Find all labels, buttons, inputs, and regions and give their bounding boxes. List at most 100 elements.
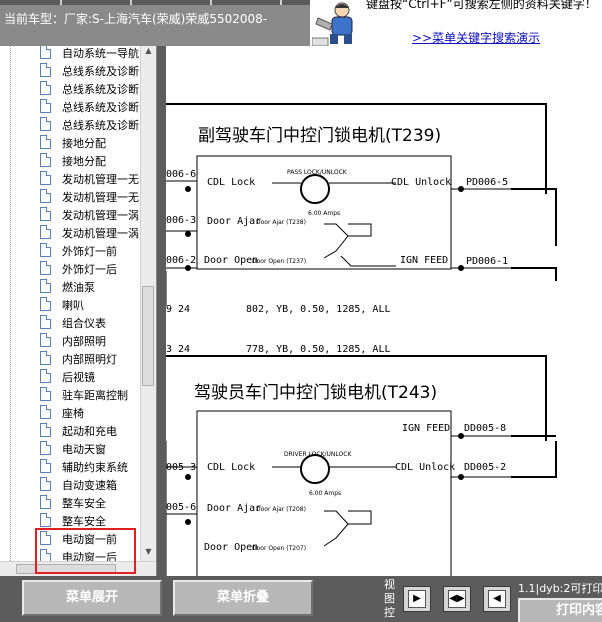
tree-item[interactable]: 外饰灯一前 (18, 242, 142, 260)
document-icon (40, 261, 51, 275)
tree-item-label: 座椅 (62, 407, 84, 420)
tree-item[interactable]: 辅助约束系统 (18, 458, 142, 476)
tree-item[interactable]: 发动机管理一无 (18, 188, 142, 206)
document-icon (40, 387, 51, 401)
tree-item[interactable]: 发动机管理一涡 (18, 206, 142, 224)
motor-spec-1: 6.00 Amps (308, 210, 340, 217)
tree-item-label: 整车安全 (62, 515, 106, 528)
pin-label: Door Ajar (207, 216, 261, 227)
tree-item[interactable]: 自动变速箱 (18, 476, 142, 494)
tree-item-label: 喇叭 (62, 299, 84, 312)
menu-collapse-button[interactable]: 菜单折叠 (173, 580, 313, 616)
document-icon (40, 189, 51, 203)
tree-item-label: 总线系统及诊断 (62, 83, 139, 96)
tree-item-label: 整车安全 (62, 497, 106, 510)
tree-item-label: 电动天窗 (62, 443, 106, 456)
connector-pin: DD005-8 (464, 423, 506, 434)
document-icon (40, 171, 51, 185)
view-fit-button[interactable]: ▶ (403, 586, 431, 612)
tree-item-label: 组合仪表 (62, 317, 106, 330)
motor-spec-2: 6.00 Amps (309, 490, 341, 497)
split-arrows-icon: ◀▶ (448, 590, 466, 608)
tree-item[interactable]: 座椅 (18, 404, 142, 422)
tree-item-label: 发动机管理一无 (62, 173, 139, 186)
arrow-right-icon: ▶ (408, 590, 426, 608)
tree-item[interactable]: 内部照明 (18, 332, 142, 350)
view-control-label: 视图控 (384, 578, 395, 619)
pin-label: CDL Lock (207, 177, 255, 188)
pin-label: Door Ajar (207, 503, 261, 514)
view-left-button[interactable]: ◀ (483, 586, 511, 612)
pin-sublabel: Door Open (T237) (252, 258, 306, 265)
tree-item[interactable]: 起动和充电 (18, 422, 142, 440)
tree-item[interactable]: 总线系统及诊断 (18, 80, 142, 98)
scroll-down-icon[interactable]: ▼ (141, 547, 156, 561)
document-icon (40, 351, 51, 365)
connector-pin: 005-3 (166, 462, 196, 473)
document-icon (40, 513, 51, 527)
tree-item-label: 内部照明灯 (62, 353, 117, 366)
scroll-up-icon[interactable]: ▲ (141, 46, 156, 60)
search-demo-link[interactable]: >>菜单关键字搜索演示 (412, 29, 540, 46)
wire-spec: 802, YB, 0.50, 1285, ALL (246, 304, 391, 315)
connector-pin: 006-6 (166, 169, 196, 180)
pin-sublabel: Door Open (T207) (252, 545, 306, 552)
document-icon (40, 495, 51, 509)
tree-item-label: 总线系统及诊断 (62, 101, 139, 114)
pin-label: CDL Lock (207, 462, 255, 473)
tree-item[interactable]: 自动系统一导航 (18, 46, 142, 62)
tree-item-label: 外饰灯一前 (62, 245, 117, 258)
document-icon (40, 225, 51, 239)
motor-label-2: DRIVER LOCK/UNLOCK (284, 451, 352, 458)
connector-pin: 006-3 (166, 215, 196, 226)
menu-expand-button[interactable]: 菜单展开 (22, 580, 162, 616)
tree-item[interactable]: 总线系统及诊断 (18, 62, 142, 80)
document-icon (40, 477, 51, 491)
tree-item-label: 后视镜 (62, 371, 95, 384)
status-text: 1.1|dyb:2可打印 (518, 582, 602, 595)
view-center-button[interactable]: ◀▶ (443, 586, 471, 612)
tree-item[interactable]: 接地分配 (18, 152, 142, 170)
tree-item[interactable]: 电动天窗 (18, 440, 142, 458)
wire-id: 3 24 (166, 344, 190, 355)
tree-item[interactable]: 发动机管理一涡 (18, 224, 142, 242)
panel-divider[interactable] (157, 46, 166, 576)
tree-item[interactable]: 总线系统及诊断 (18, 116, 142, 134)
search-hint: 键盘按“Ctrl+F”可搜索左侧的资料关键字！ (366, 0, 597, 11)
menu-tree: 自动系统一导航 总线系统及诊断 总线系统及诊断 总线系统及诊断 总线系统及诊断 接地分配接… (18, 46, 142, 576)
pin-sublabel: Door Ajar (T238) (256, 219, 306, 226)
wire-id: 9 24 (166, 304, 190, 315)
tree-item[interactable]: 整车安全 (18, 494, 142, 512)
document-icon (40, 81, 51, 95)
tree-item-label: 燃油泵 (62, 281, 95, 294)
scrollbar-thumb[interactable] (142, 286, 154, 386)
tree-item[interactable]: 内部照明灯 (18, 350, 142, 368)
print-button[interactable]: 打印内容 (518, 598, 602, 622)
tree-item[interactable]: 总线系统及诊断 (18, 98, 142, 116)
tree-item-label: 总线系统及诊断 (62, 65, 139, 78)
tree-item[interactable]: 驻车距离控制 (18, 386, 142, 404)
tree-item[interactable]: 后视镜 (18, 368, 142, 386)
diagram-title-1: 副驾驶车门中控门锁电机(T239) (198, 126, 441, 146)
tree-item-label: 接地分配 (62, 155, 106, 168)
connector-pin: PD006-1 (466, 256, 508, 267)
document-icon (40, 369, 51, 383)
sidebar-tree-panel: 自动系统一导航 总线系统及诊断 总线系统及诊断 总线系统及诊断 总线系统及诊断 接地分配接… (0, 46, 157, 576)
tree-item[interactable]: 发动机管理一无 (18, 170, 142, 188)
tree-item[interactable]: 接地分配 (18, 134, 142, 152)
tree-guide-line (10, 46, 12, 561)
sidebar-vertical-scrollbar[interactable]: ▲ ▼ (140, 46, 156, 561)
tree-item[interactable]: 外饰灯一后 (18, 260, 142, 278)
tree-item-label: 发动机管理一无 (62, 191, 139, 204)
tree-item-label: 起动和充电 (62, 425, 117, 438)
document-icon (40, 405, 51, 419)
tree-item[interactable]: 组合仪表 (18, 314, 142, 332)
pin-label: IGN FEED (400, 255, 448, 266)
tree-item[interactable]: 燃油泵 (18, 278, 142, 296)
tree-item-label: 发动机管理一涡 (62, 209, 139, 222)
connector-pin: 005-6 (166, 502, 196, 513)
tree-item[interactable]: 喇叭 (18, 296, 142, 314)
wiring-diagram: 副驾驶车门中控门锁电机(T239) PASS LOCK/UNLOCK 6.00 … (166, 46, 602, 576)
current-car-model: 当前车型：厂家:S-上海汽车(荣威)荣威5502008- (4, 12, 268, 26)
connector-pin: DD005-2 (464, 462, 506, 473)
